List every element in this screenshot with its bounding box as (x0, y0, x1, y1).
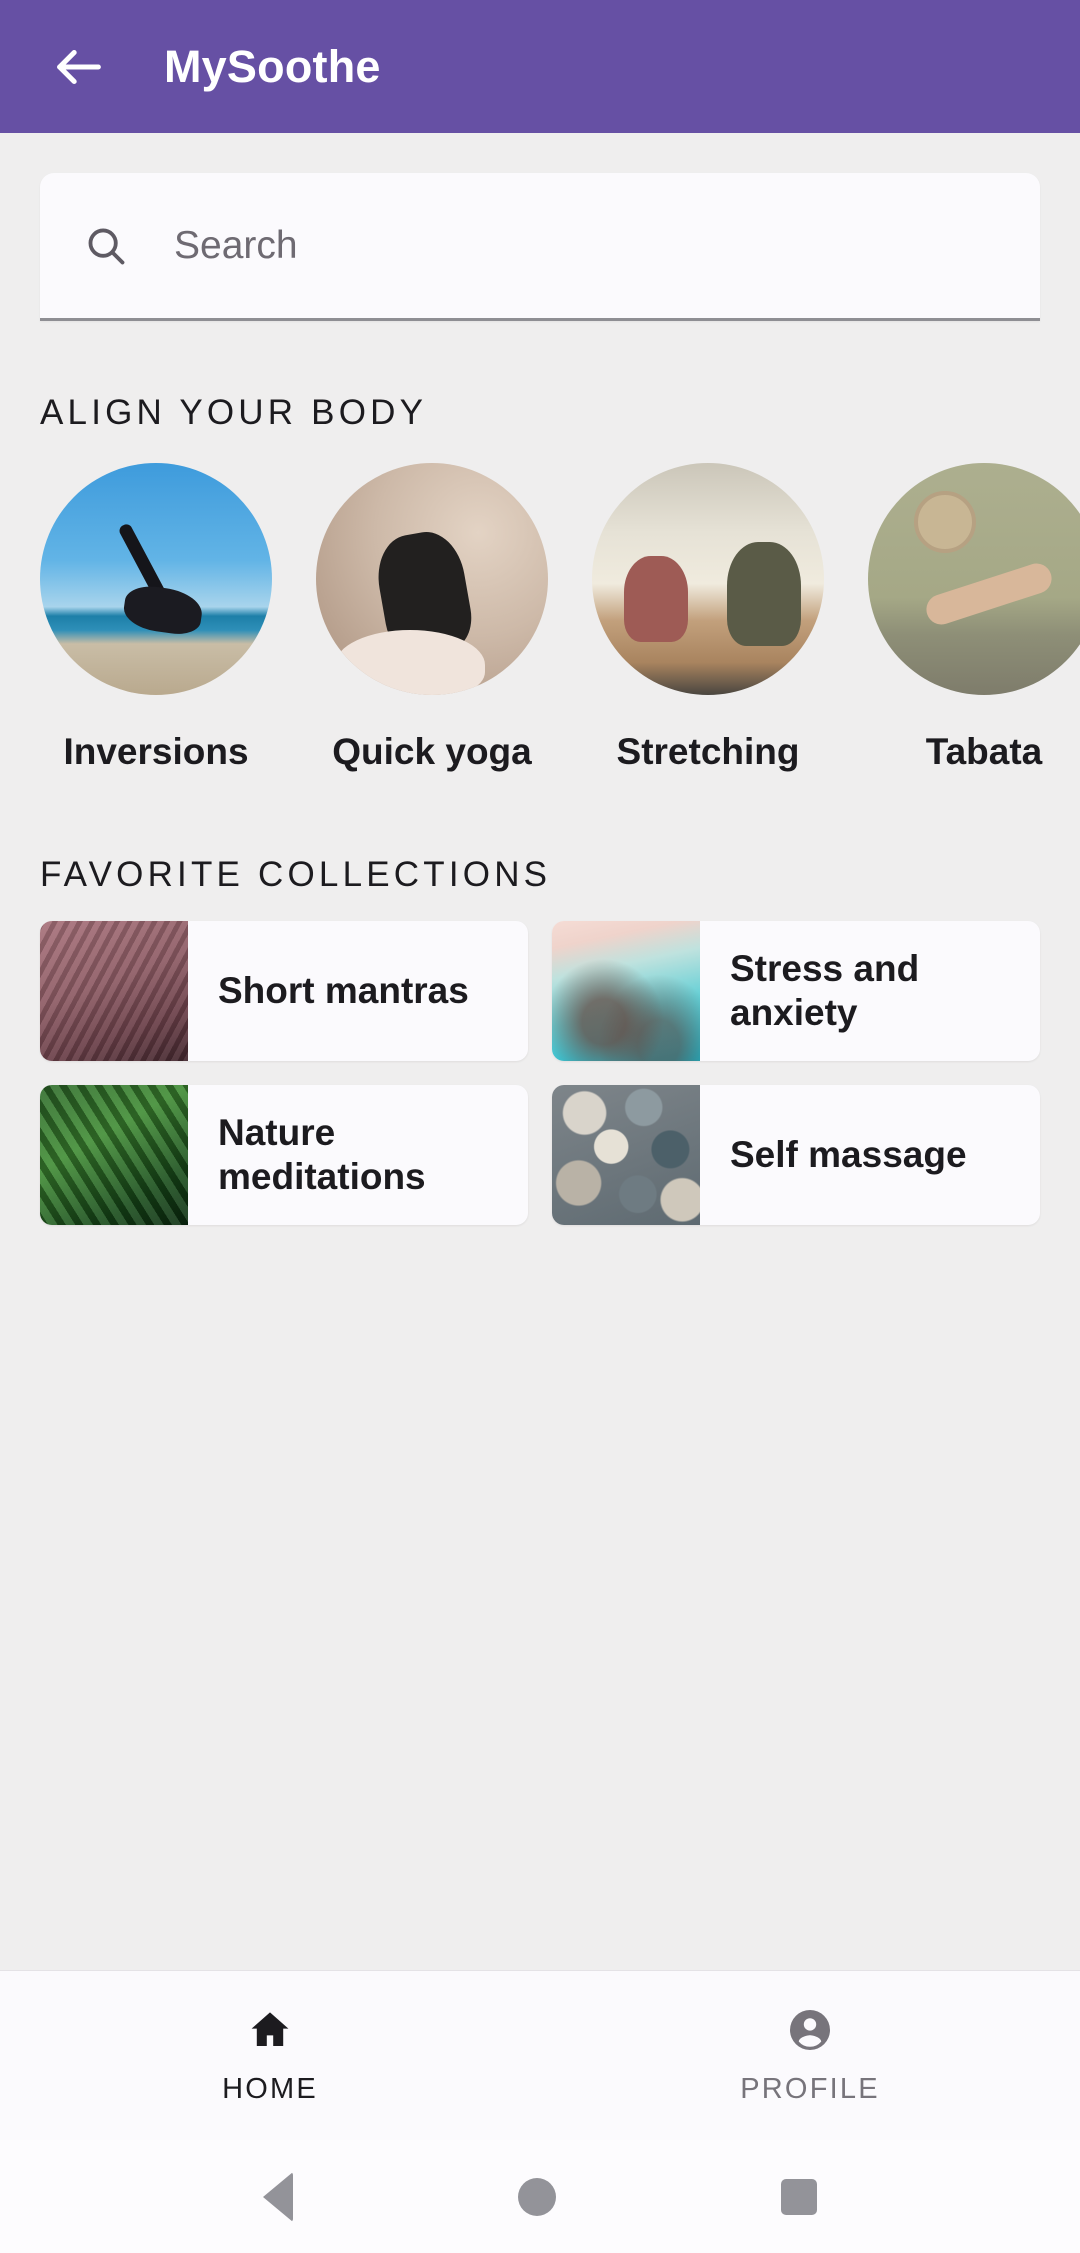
align-item-stretching[interactable]: Stretching (592, 463, 824, 773)
section-title-favorite-collections: FAVORITE COLLECTIONS (40, 855, 552, 894)
favorite-card-stress-and-anxiety[interactable]: Stress and anxiety (552, 921, 1040, 1061)
search-input[interactable] (174, 223, 846, 268)
favorite-card-short-mantras[interactable]: Short mantras (40, 921, 528, 1061)
account-circle-icon (786, 2006, 834, 2059)
app-screen: MySoothe ALIGN YOUR BODY Inversions Quic… (0, 0, 1080, 2253)
favorite-card-thumbnail (40, 1085, 188, 1225)
align-item-label: Quick yoga (332, 731, 532, 772)
search-icon (80, 220, 132, 272)
system-navigation-bar (0, 2140, 1080, 2253)
system-home-button[interactable] (517, 2177, 556, 2216)
home-icon (246, 2006, 294, 2059)
align-item-label: Tabata (925, 731, 1043, 772)
align-item-image (868, 463, 1080, 695)
favorite-collections-grid: Short mantras Stress and anxiety Nature … (0, 921, 1080, 1225)
favorite-card-nature-meditations[interactable]: Nature meditations (40, 1085, 528, 1225)
nav-item-label: HOME (222, 2072, 318, 2105)
section-title-align-your-body: ALIGN YOUR BODY (40, 393, 428, 432)
triangle-back-icon (262, 2171, 293, 2222)
favorite-card-label: Stress and anxiety (730, 948, 920, 1033)
square-recents-icon (781, 2178, 818, 2215)
nav-item-label: PROFILE (740, 2072, 880, 2105)
back-button[interactable] (40, 28, 118, 106)
favorite-card-thumbnail (40, 921, 188, 1061)
align-item-quick-yoga[interactable]: Quick yoga (316, 463, 548, 773)
arrow-left-icon (50, 38, 108, 96)
align-item-image (40, 463, 272, 695)
align-your-body-row[interactable]: Inversions Quick yoga Stretching Tabata (0, 463, 1080, 773)
system-back-button[interactable] (262, 2171, 293, 2222)
page-title: MySoothe (164, 41, 381, 92)
bottom-navigation-bar: HOME PROFILE (0, 1970, 1080, 2140)
search-bar[interactable] (40, 173, 1040, 321)
main-content: ALIGN YOUR BODY Inversions Quick yoga St… (0, 133, 1080, 1970)
favorite-card-thumbnail (552, 1085, 700, 1225)
circle-home-icon (517, 2177, 556, 2216)
favorite-card-label: Self massage (730, 1134, 967, 1176)
align-item-label: Inversions (63, 731, 249, 772)
nav-item-profile[interactable]: PROFILE (540, 2006, 1080, 2106)
align-item-image (592, 463, 824, 695)
favorite-card-label: Nature meditations (218, 1112, 426, 1197)
system-recents-button[interactable] (781, 2178, 818, 2215)
align-item-image (316, 463, 548, 695)
align-item-label: Stretching (616, 731, 800, 772)
align-item-inversions[interactable]: Inversions (40, 463, 272, 773)
favorite-card-self-massage[interactable]: Self massage (552, 1085, 1040, 1225)
nav-item-home[interactable]: HOME (0, 2006, 540, 2106)
favorite-card-thumbnail (552, 921, 700, 1061)
favorite-card-label: Short mantras (218, 970, 469, 1012)
app-bar: MySoothe (0, 0, 1080, 133)
align-item-tabata[interactable]: Tabata (868, 463, 1080, 773)
